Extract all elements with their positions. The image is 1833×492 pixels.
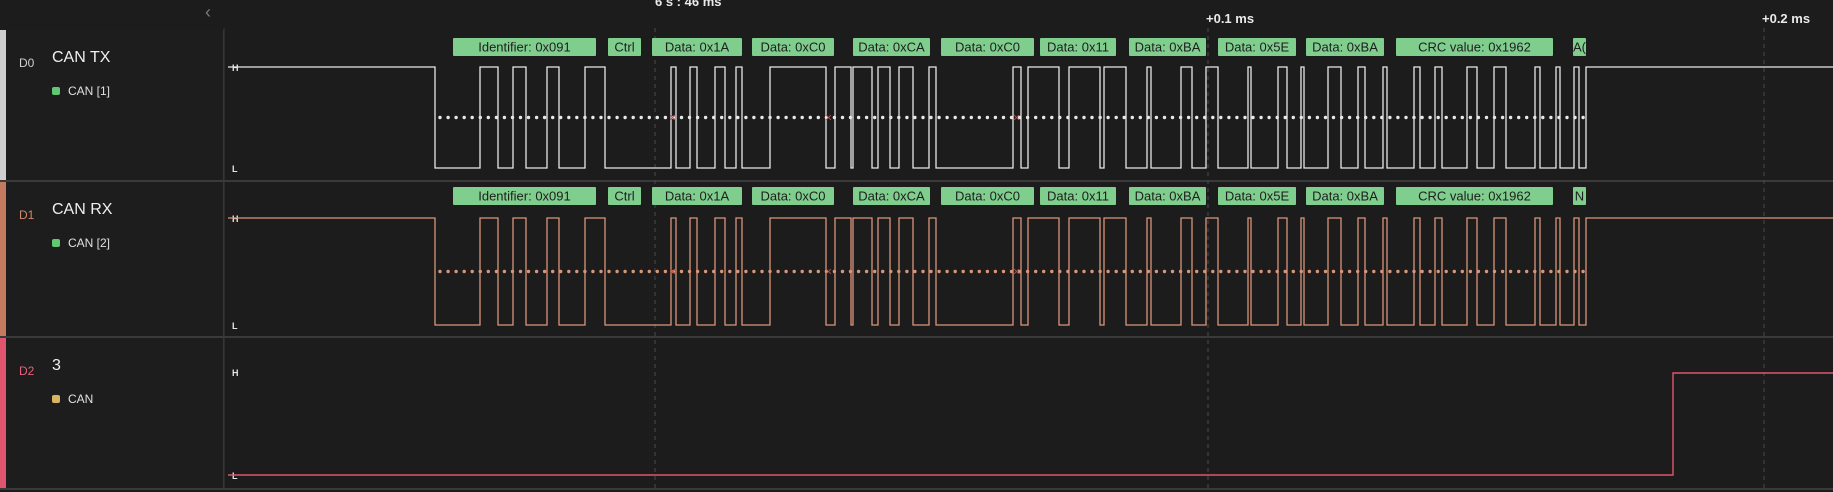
- channel-id: D2: [19, 364, 35, 378]
- channel-name[interactable]: CAN RX: [52, 201, 112, 219]
- analyzer-color-dot: [52, 239, 60, 247]
- analyzer-color-dot: [52, 395, 60, 403]
- channel-name[interactable]: CAN TX: [52, 49, 110, 67]
- channel-divider[interactable]: [0, 488, 1833, 490]
- channel-label-panel[interactable]: D2 3 CAN: [0, 338, 224, 488]
- analyzer-name: CAN [1]: [68, 84, 111, 98]
- analyzer-name: CAN: [68, 392, 94, 406]
- cursor-time-label: 6 s : 46 ms: [655, 0, 722, 9]
- channel-d1[interactable]: D1 CAN RX CAN [2]: [0, 182, 1833, 336]
- analyzer-name: CAN [2]: [68, 236, 111, 250]
- timeline-ruler[interactable]: ‹ 6 s : 46 ms +0.1 ms +0.2 ms: [0, 0, 1833, 30]
- channel-id: D0: [19, 56, 35, 70]
- channel-d0[interactable]: D0 CAN TX CAN [1]: [0, 30, 1833, 180]
- channel-color-bar: [0, 30, 6, 180]
- analyzer-tag[interactable]: CAN: [52, 392, 93, 406]
- logic-analyzer-window: ‹ 6 s : 46 ms +0.1 ms +0.2 ms D0 CAN TX …: [0, 0, 1833, 492]
- channel-label-panel[interactable]: D1 CAN RX CAN [2]: [0, 182, 224, 336]
- tick-label-0.2ms: +0.2 ms: [1762, 11, 1811, 26]
- tick-label-0.1ms: +0.1 ms: [1206, 11, 1255, 26]
- channel-id: D1: [19, 208, 35, 222]
- channel-name[interactable]: 3: [52, 357, 61, 375]
- channel-color-bar: [0, 182, 6, 336]
- analyzer-tag[interactable]: CAN [1]: [52, 84, 110, 98]
- analyzer-color-dot: [52, 87, 60, 95]
- channel-label-panel[interactable]: D0 CAN TX CAN [1]: [0, 30, 224, 180]
- chevron-left-icon[interactable]: ‹: [200, 2, 216, 22]
- analyzer-tag[interactable]: CAN [2]: [52, 236, 110, 250]
- channel-color-bar: [0, 338, 6, 488]
- channel-d2[interactable]: D2 3 CAN: [0, 338, 1833, 488]
